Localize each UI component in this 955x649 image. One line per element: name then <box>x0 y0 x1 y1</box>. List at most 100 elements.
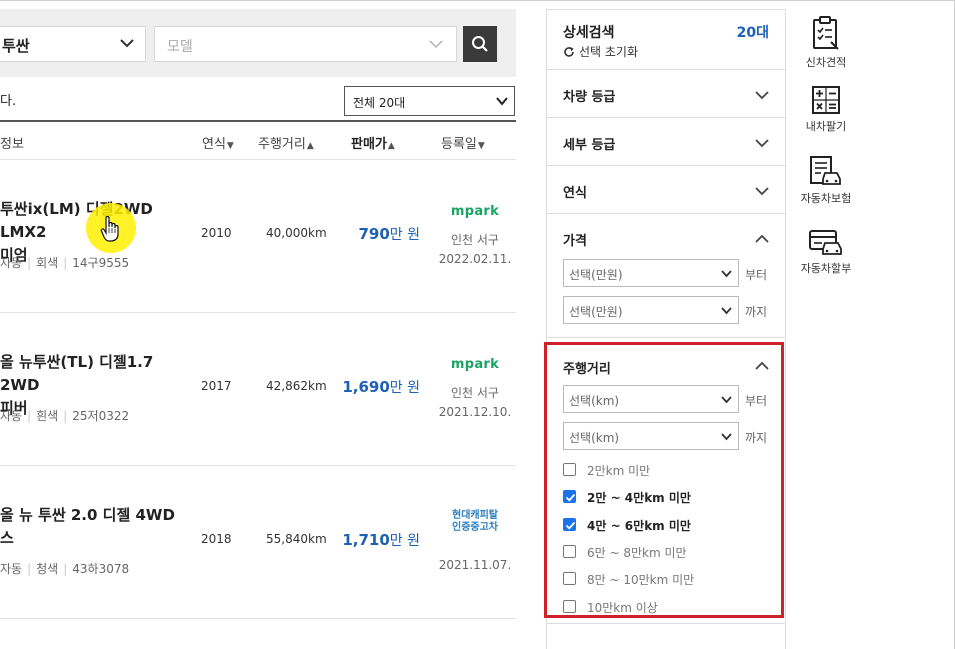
shortcut-sell-my-car[interactable]: 내차팔기 <box>786 86 866 134</box>
price-from-select[interactable]: 선택(만원) <box>563 259 739 287</box>
car-price-number: 1,710 <box>342 531 390 549</box>
table-row[interactable]: 올 뉴투싼(TL) 디젤1.7 2WD 피버 자동 | 흰색 | 25저0322 201… <box>0 313 516 466</box>
car-color: 흰색 <box>36 409 59 423</box>
car-registered-date: 2021.11.07. <box>438 558 512 572</box>
header-info: 정보 <box>0 137 24 152</box>
price-from-suffix: 부터 <box>745 268 768 282</box>
car-name-line: 올 뉴 투싼 2.0 디젤 4WD 스 <box>0 506 175 547</box>
filter-section-label: 차량 등급 <box>563 90 616 105</box>
filter-reset-button[interactable]: 선택 초기화 <box>563 43 638 60</box>
table-row[interactable]: 올 뉴 투싼 2.0 디젤 4WD 스 자동 | 청색 | 43하3078 2018 5… <box>0 466 516 619</box>
filter-section-label: 세부 등급 <box>563 138 616 153</box>
divider: | <box>63 256 68 270</box>
header-registered-label: 등록일 <box>441 137 477 152</box>
header-mileage-label: 주행거리 <box>258 137 306 152</box>
refresh-icon <box>564 47 574 57</box>
car-price-number: 790 <box>358 225 390 243</box>
header-mileage[interactable]: 주행거리▲ <box>258 133 314 152</box>
car-plate: 14구9555 <box>72 256 130 270</box>
filter-section-price: 가격 선택(만원) 부터 선택(만원) 까지 <box>547 214 785 338</box>
calculator-icon <box>812 86 840 114</box>
shortcut-label: 자동차할부 <box>800 262 852 275</box>
dealer-logo-text: 인증중고차 <box>452 522 498 533</box>
filter-section-year[interactable]: 연식 <box>547 166 785 214</box>
card-car-icon <box>809 230 842 255</box>
header-year-label: 연식 <box>202 137 226 152</box>
price-to-select[interactable]: 선택(만원) <box>563 296 739 324</box>
car-color: 회색 <box>36 256 59 270</box>
search-icon <box>472 36 488 52</box>
price-to-value: 선택(만원) <box>569 305 623 319</box>
chevron-down-icon <box>496 97 508 106</box>
car-price: 790만 원 <box>358 224 420 244</box>
car-location: 인천 서구 <box>451 233 499 247</box>
shortcut-car-installment[interactable]: 자동차할부 <box>786 230 866 276</box>
filter-title: 상세검색 <box>563 25 615 41</box>
filter-header: 상세검색 20대 선택 초기화 <box>547 10 785 70</box>
filter-result-count: 20대 <box>736 25 769 41</box>
chevron-down-icon <box>755 187 769 196</box>
shortcut-car-insurance[interactable]: 자동차보험 <box>786 156 866 206</box>
chevron-up-icon[interactable] <box>755 232 769 246</box>
model-select-placeholder: 모델 <box>167 39 193 55</box>
chevron-down-icon <box>755 139 769 148</box>
car-price-unit: 만 원 <box>389 533 420 549</box>
mileage-highlight-box <box>544 342 784 618</box>
header-price-label: 판매가 <box>351 137 387 152</box>
sort-down-icon: ▼ <box>477 141 485 151</box>
header-registered[interactable]: 등록일▼ <box>441 133 485 152</box>
filter-section-grade[interactable]: 차량 등급 <box>547 70 785 118</box>
car-mileage: 42,862km <box>266 379 327 393</box>
divider: | <box>27 256 32 270</box>
car-plate: 25저0322 <box>72 409 130 423</box>
car-name[interactable]: 올 뉴 투싼 2.0 디젤 4WD 스 <box>0 504 190 550</box>
maker-select-value: 투싼 <box>2 37 30 55</box>
table-row[interactable]: 투싼ix(LM) 디젤2WD LMX2 미엄 자동 | 회색 | 14구9555 201… <box>0 160 516 313</box>
dealer-logo-text: 현대캐피탈 <box>452 510 498 521</box>
frame-top-line <box>0 0 955 1</box>
header-year[interactable]: 연식▼ <box>202 133 234 152</box>
header-price[interactable]: 판매가▲ <box>351 133 395 152</box>
result-count-value: 전체 20대 <box>353 96 406 110</box>
divider: | <box>63 562 68 576</box>
maker-select[interactable]: 투싼 <box>0 26 146 62</box>
shortcut-label: 자동차보험 <box>800 192 852 205</box>
filter-section-subgrade[interactable]: 세부 등급 <box>547 118 785 166</box>
insurance-car-icon <box>810 156 841 185</box>
shortcut-new-car-quote[interactable]: 신차견적 <box>786 16 866 70</box>
sort-up-icon: ▲ <box>306 141 314 151</box>
car-plate: 43하3078 <box>72 562 130 576</box>
car-year: 2018 <box>201 532 232 546</box>
search-bar: 투싼 모델 <box>0 9 516 77</box>
car-color: 청색 <box>36 562 59 576</box>
chevron-down-icon <box>120 39 134 48</box>
car-meta: 자동 | 회색 | 14구9555 <box>0 254 129 271</box>
result-count-select[interactable]: 전체 20대 <box>344 86 515 116</box>
car-price: 1,710만 원 <box>342 530 420 550</box>
dealer-logo: mpark <box>430 200 520 219</box>
clipboard-icon <box>813 16 839 50</box>
shortcut-label: 내차팔기 <box>805 120 847 133</box>
car-price-unit: 만 원 <box>389 227 420 243</box>
car-transmission: 자동 <box>0 562 23 576</box>
car-meta: 자동 | 청색 | 43하3078 <box>0 560 129 577</box>
search-button[interactable] <box>463 26 497 62</box>
car-registered-date: 2021.12.10. <box>438 405 512 419</box>
car-registered-date: 2022.02.11. <box>438 252 512 266</box>
sort-down-icon: ▼ <box>226 141 234 151</box>
result-summary: 다. <box>0 94 17 109</box>
divider: | <box>27 562 32 576</box>
model-select[interactable]: 모델 <box>154 26 457 62</box>
car-transmission: 자동 <box>0 256 23 270</box>
chevron-down-icon <box>429 40 443 49</box>
car-location: 인천 서구 <box>451 386 499 400</box>
shortcut-label: 신차견적 <box>805 56 847 69</box>
car-year: 2017 <box>201 379 232 393</box>
chevron-down-icon <box>721 270 732 278</box>
table-header: 정보 연식▼ 주행거리▲ 판매가▲ 등록일▼ <box>0 120 516 160</box>
car-transmission: 자동 <box>0 409 23 423</box>
car-price-unit: 만 원 <box>389 380 420 396</box>
dealer-logo-text: mpark <box>450 204 500 219</box>
filter-section-label: 가격 <box>563 234 587 249</box>
chevron-down-icon <box>721 307 732 315</box>
